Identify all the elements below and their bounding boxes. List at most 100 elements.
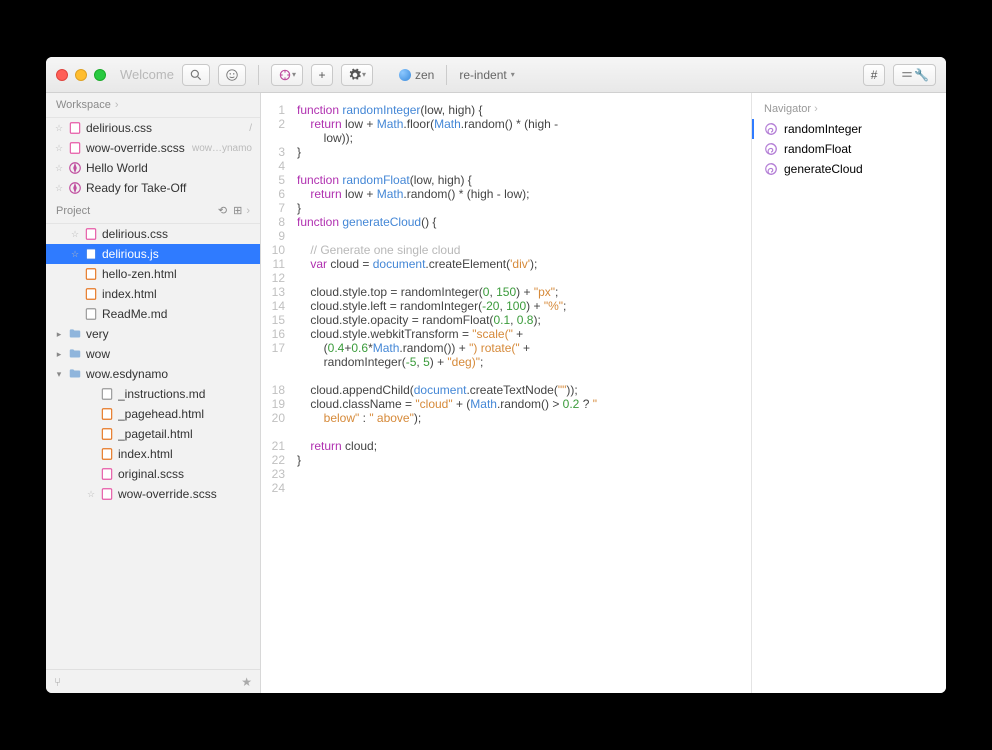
folder-item[interactable]: ▾ wow.esdynamo: [46, 364, 260, 384]
file-item[interactable]: index.html: [46, 284, 260, 304]
smile-button[interactable]: [218, 64, 246, 86]
branch-icon[interactable]: ⑂: [54, 675, 61, 689]
file-item[interactable]: ReadMe.md: [46, 304, 260, 324]
zen-indicator[interactable]: zen: [399, 68, 434, 82]
traffic-lights: [56, 69, 106, 81]
minimize-window-button[interactable]: [75, 69, 87, 81]
file-name: _pagetail.html: [118, 427, 252, 441]
navigator-header[interactable]: Navigator: [752, 99, 946, 119]
scss-icon: [68, 141, 82, 155]
star-icon[interactable]: ☆: [54, 163, 64, 173]
disclosure-icon[interactable]: ▸: [54, 349, 64, 360]
file-name: wow-override.scss: [86, 141, 188, 155]
file-item[interactable]: original.scss: [46, 464, 260, 484]
css-icon: [68, 121, 82, 135]
navigator-item[interactable]: generateCloud: [752, 159, 946, 179]
code-editor[interactable]: 123456789101112131415161718192021222324 …: [261, 93, 751, 693]
navigator-item-label: generateCloud: [784, 162, 863, 176]
star-icon[interactable]: ☆: [70, 249, 80, 259]
html-icon: [100, 447, 114, 461]
function-icon: [764, 142, 778, 156]
gear-dropdown[interactable]: [341, 64, 373, 86]
file-item[interactable]: ☆ delirious.js: [46, 244, 260, 264]
refresh-icon[interactable]: ⟲: [218, 204, 227, 217]
file-item[interactable]: ☆ wow-override.scss: [46, 484, 260, 504]
pin-icon[interactable]: ★: [241, 675, 252, 689]
workspace-item[interactable]: ☆ Hello World: [46, 158, 260, 178]
file-item[interactable]: _pagetail.html: [46, 424, 260, 444]
globe-icon: [399, 69, 411, 81]
file-name: _pagehead.html: [118, 407, 252, 421]
file-item[interactable]: ☆ delirious.css: [46, 224, 260, 244]
folder-item[interactable]: ▸ wow: [46, 344, 260, 364]
file-name: wow.esdynamo: [86, 367, 252, 381]
star-icon[interactable]: ☆: [54, 123, 64, 133]
sidebar-footer: ⑂ ★: [46, 669, 260, 693]
star-icon[interactable]: ☆: [86, 489, 96, 499]
workspace-item[interactable]: ☆delirious.css/: [46, 118, 260, 138]
search-button[interactable]: [182, 64, 210, 86]
navigator-item-label: randomInteger: [784, 122, 862, 136]
file-item[interactable]: _pagehead.html: [46, 404, 260, 424]
file-name: _instructions.md: [118, 387, 252, 401]
navigator-item[interactable]: randomInteger: [752, 119, 946, 139]
compass-dropdown[interactable]: [271, 64, 303, 86]
file-meta: wow…ynamo: [192, 143, 252, 154]
reindent-dropdown[interactable]: re-indent: [459, 68, 514, 82]
file-name: hello-zen.html: [102, 267, 252, 281]
star-icon[interactable]: ☆: [54, 143, 64, 153]
file-name: Hello World: [86, 161, 248, 175]
star-icon[interactable]: ☆: [70, 229, 80, 239]
html-icon: [84, 287, 98, 301]
file-name: delirious.js: [102, 247, 252, 261]
scss-icon: [100, 467, 114, 481]
file-name: wow: [86, 347, 252, 361]
file-name: wow-override.scss: [118, 487, 252, 501]
file-name: very: [86, 327, 252, 341]
js-icon: [84, 247, 98, 261]
file-name: original.scss: [118, 467, 252, 481]
compass-icon: [68, 161, 82, 175]
app-window: Welcome + zen re-indent # 🔧 Workspace ☆ d…: [46, 57, 946, 693]
add-button[interactable]: +: [311, 64, 333, 86]
window-title: Welcome: [120, 67, 174, 82]
folder-icon: [68, 327, 82, 341]
file-name: delirious.css: [86, 121, 245, 135]
code-content[interactable]: function randomInteger(low, high) { retu…: [293, 93, 597, 693]
titlebar: Welcome + zen re-indent # 🔧: [46, 57, 946, 93]
navigator-item[interactable]: randomFloat: [752, 139, 946, 159]
file-item[interactable]: _instructions.md: [46, 384, 260, 404]
md-icon: [84, 307, 98, 321]
html-icon: [100, 407, 114, 421]
file-name: index.html: [102, 287, 252, 301]
html-icon: [84, 267, 98, 281]
file-name: Ready for Take-Off: [86, 181, 248, 195]
workspace-item[interactable]: ☆ wow-override.scss wow…ynamo: [46, 138, 260, 158]
sidebar: Workspace ☆delirious.css/☆wow-override.s…: [46, 93, 261, 693]
disclosure-icon[interactable]: ▾: [54, 369, 64, 380]
main-area: Workspace ☆delirious.css/☆wow-override.s…: [46, 93, 946, 693]
project-section-header[interactable]: Project ⟲ ⊞: [46, 198, 260, 224]
function-icon: [764, 122, 778, 136]
folder-icon: [68, 347, 82, 361]
file-name: delirious.css: [102, 227, 252, 241]
zoom-window-button[interactable]: [94, 69, 106, 81]
folder-item[interactable]: ▸ very: [46, 324, 260, 344]
file-item[interactable]: index.html: [46, 444, 260, 464]
file-item[interactable]: hello-zen.html: [46, 264, 260, 284]
html-icon: [100, 427, 114, 441]
workspace-section-header[interactable]: Workspace: [46, 93, 260, 118]
close-window-button[interactable]: [56, 69, 68, 81]
settings-button[interactable]: 🔧: [893, 64, 936, 86]
navigator-item-label: randomFloat: [784, 142, 851, 156]
scss-icon: [100, 487, 114, 501]
file-name: ReadMe.md: [102, 307, 252, 321]
scan-icon[interactable]: ⊞: [233, 204, 242, 217]
star-icon[interactable]: ☆: [54, 183, 64, 193]
compass-icon: [68, 181, 82, 195]
hash-button[interactable]: #: [863, 64, 885, 86]
navigator-panel: Navigator randomInteger randomFloat genera…: [751, 93, 946, 693]
line-gutter: 123456789101112131415161718192021222324: [261, 93, 293, 693]
workspace-item[interactable]: ☆ Ready for Take-Off: [46, 178, 260, 198]
disclosure-icon[interactable]: ▸: [54, 329, 64, 340]
